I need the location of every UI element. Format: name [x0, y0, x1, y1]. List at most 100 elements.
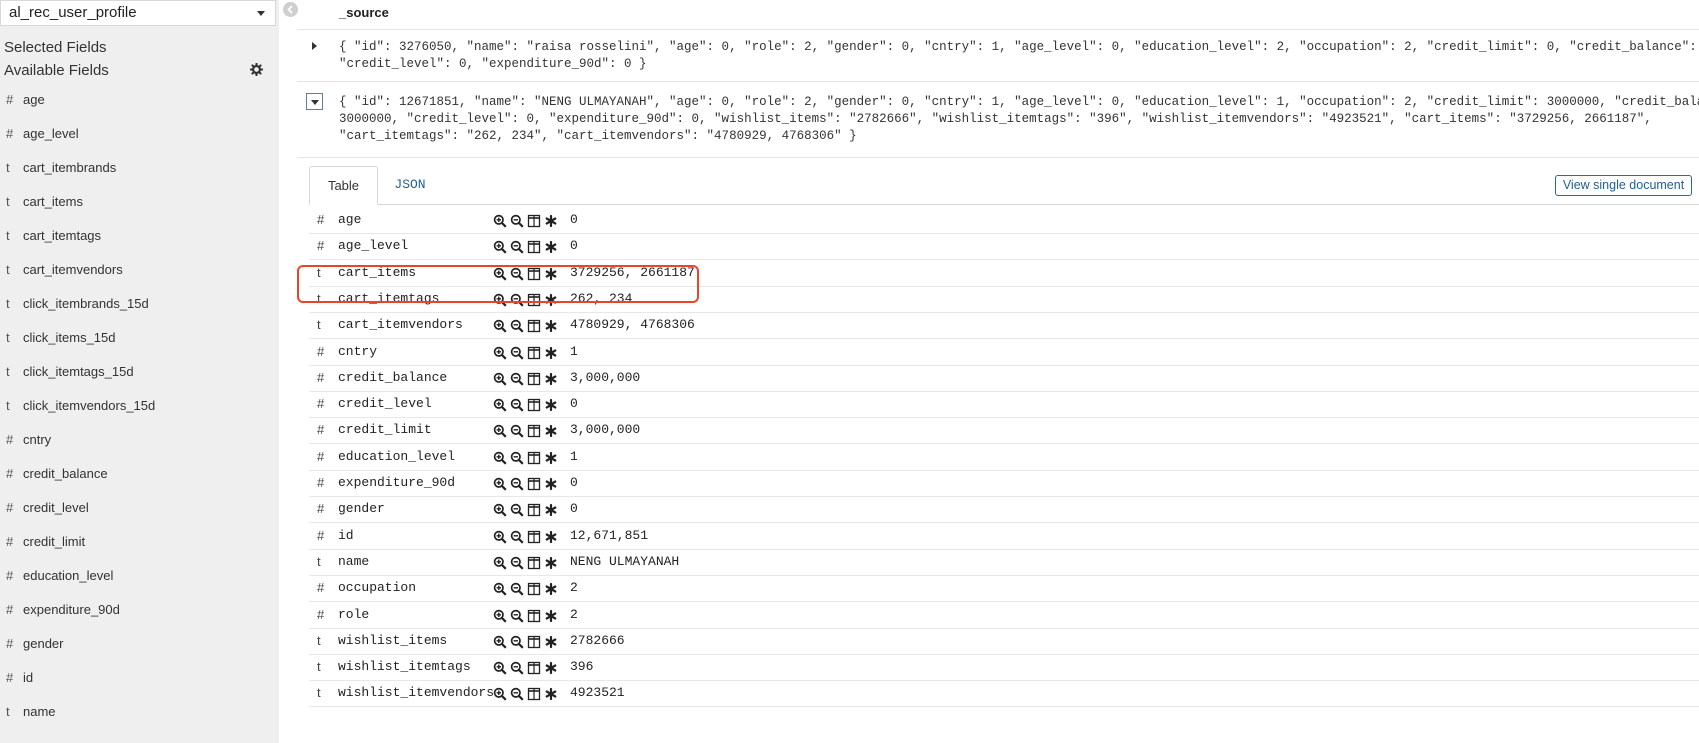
filter-exists-icon[interactable] [544, 556, 558, 570]
toggle-column-icon[interactable] [527, 635, 541, 649]
zoom-out-icon[interactable] [510, 240, 524, 254]
filter-exists-icon[interactable] [544, 477, 558, 491]
filter-exists-icon[interactable] [544, 424, 558, 438]
index-pattern-select[interactable]: al_rec_user_profile [0, 0, 276, 26]
zoom-in-icon[interactable] [493, 477, 507, 491]
toggle-column-icon[interactable] [527, 240, 541, 254]
zoom-in-icon[interactable] [493, 424, 507, 438]
sidebar-field-item[interactable]: # gender [0, 633, 279, 655]
sidebar-field-item[interactable]: # credit_level [0, 497, 279, 519]
collapse-doc-icon[interactable] [306, 93, 323, 110]
expand-doc-icon[interactable] [312, 42, 317, 50]
sidebar-field-item[interactable]: t cart_items [0, 191, 279, 213]
zoom-out-icon[interactable] [510, 372, 524, 386]
zoom-in-icon[interactable] [493, 530, 507, 544]
zoom-out-icon[interactable] [510, 582, 524, 596]
sidebar-field-item[interactable]: # credit_limit [0, 531, 279, 553]
zoom-out-icon[interactable] [510, 609, 524, 623]
zoom-out-icon[interactable] [510, 398, 524, 412]
zoom-out-icon[interactable] [510, 346, 524, 360]
zoom-in-icon[interactable] [493, 319, 507, 333]
zoom-out-icon[interactable] [510, 503, 524, 517]
zoom-in-icon[interactable] [493, 609, 507, 623]
toggle-column-icon[interactable] [527, 477, 541, 491]
zoom-out-icon[interactable] [510, 635, 524, 649]
sidebar-field-item[interactable]: # credit_balance [0, 463, 279, 485]
toggle-column-icon[interactable] [527, 687, 541, 701]
toggle-column-icon[interactable] [527, 372, 541, 386]
zoom-in-icon[interactable] [493, 556, 507, 570]
filter-exists-icon[interactable] [544, 240, 558, 254]
zoom-out-icon[interactable] [510, 530, 524, 544]
sidebar-field-item[interactable]: t name [0, 701, 279, 723]
sidebar-field-item[interactable]: t cart_itembrands [0, 157, 279, 179]
sidebar-field-item[interactable]: # age [0, 89, 279, 111]
zoom-out-icon[interactable] [510, 424, 524, 438]
zoom-in-icon[interactable] [493, 214, 507, 228]
zoom-in-icon[interactable] [493, 293, 507, 307]
zoom-out-icon[interactable] [510, 293, 524, 307]
sidebar-field-item[interactable]: # cntry [0, 429, 279, 451]
sidebar-field-item[interactable]: # education_level [0, 565, 279, 587]
filter-exists-icon[interactable] [544, 609, 558, 623]
zoom-out-icon[interactable] [510, 477, 524, 491]
sidebar-field-item[interactable]: t cart_itemtags [0, 225, 279, 247]
toggle-column-icon[interactable] [527, 319, 541, 333]
zoom-in-icon[interactable] [493, 687, 507, 701]
filter-exists-icon[interactable] [544, 346, 558, 360]
view-single-document-button[interactable]: View single document [1555, 175, 1692, 196]
toggle-column-icon[interactable] [527, 424, 541, 438]
toggle-column-icon[interactable] [527, 582, 541, 596]
toggle-column-icon[interactable] [527, 398, 541, 412]
filter-exists-icon[interactable] [544, 661, 558, 675]
toggle-column-icon[interactable] [527, 214, 541, 228]
zoom-in-icon[interactable] [493, 398, 507, 412]
zoom-in-icon[interactable] [493, 503, 507, 517]
filter-exists-icon[interactable] [544, 398, 558, 412]
zoom-out-icon[interactable] [510, 267, 524, 281]
sidebar-field-item[interactable]: t click_items_15d [0, 327, 279, 349]
zoom-out-icon[interactable] [510, 214, 524, 228]
filter-exists-icon[interactable] [544, 687, 558, 701]
toggle-column-icon[interactable] [527, 346, 541, 360]
zoom-out-icon[interactable] [510, 556, 524, 570]
zoom-in-icon[interactable] [493, 451, 507, 465]
gear-icon[interactable] [250, 63, 263, 76]
filter-exists-icon[interactable] [544, 319, 558, 333]
zoom-in-icon[interactable] [493, 240, 507, 254]
zoom-in-icon[interactable] [493, 346, 507, 360]
zoom-in-icon[interactable] [493, 372, 507, 386]
tab-json[interactable]: JSON [380, 166, 440, 204]
filter-exists-icon[interactable] [544, 530, 558, 544]
zoom-out-icon[interactable] [510, 451, 524, 465]
sidebar-field-item[interactable]: t click_itemtags_15d [0, 361, 279, 383]
toggle-column-icon[interactable] [527, 451, 541, 465]
zoom-out-icon[interactable] [510, 661, 524, 675]
filter-exists-icon[interactable] [544, 451, 558, 465]
sidebar-field-item[interactable]: t click_itembrands_15d [0, 293, 279, 315]
filter-exists-icon[interactable] [544, 293, 558, 307]
zoom-out-icon[interactable] [510, 319, 524, 333]
filter-exists-icon[interactable] [544, 267, 558, 281]
collapse-sidebar-button[interactable] [283, 2, 298, 17]
toggle-column-icon[interactable] [527, 556, 541, 570]
toggle-column-icon[interactable] [527, 503, 541, 517]
toggle-column-icon[interactable] [527, 293, 541, 307]
zoom-out-icon[interactable] [510, 687, 524, 701]
sidebar-field-item[interactable]: # age_level [0, 123, 279, 145]
zoom-in-icon[interactable] [493, 635, 507, 649]
filter-exists-icon[interactable] [544, 372, 558, 386]
toggle-column-icon[interactable] [527, 661, 541, 675]
zoom-in-icon[interactable] [493, 267, 507, 281]
zoom-in-icon[interactable] [493, 582, 507, 596]
sidebar-field-item[interactable]: t click_itemvendors_15d [0, 395, 279, 417]
toggle-column-icon[interactable] [527, 609, 541, 623]
toggle-column-icon[interactable] [527, 267, 541, 281]
filter-exists-icon[interactable] [544, 214, 558, 228]
filter-exists-icon[interactable] [544, 635, 558, 649]
tab-table[interactable]: Table [309, 166, 378, 205]
sidebar-field-item[interactable]: # expenditure_90d [0, 599, 279, 621]
sidebar-field-item[interactable]: t cart_itemvendors [0, 259, 279, 281]
toggle-column-icon[interactable] [527, 530, 541, 544]
sidebar-field-item[interactable]: # id [0, 667, 279, 689]
